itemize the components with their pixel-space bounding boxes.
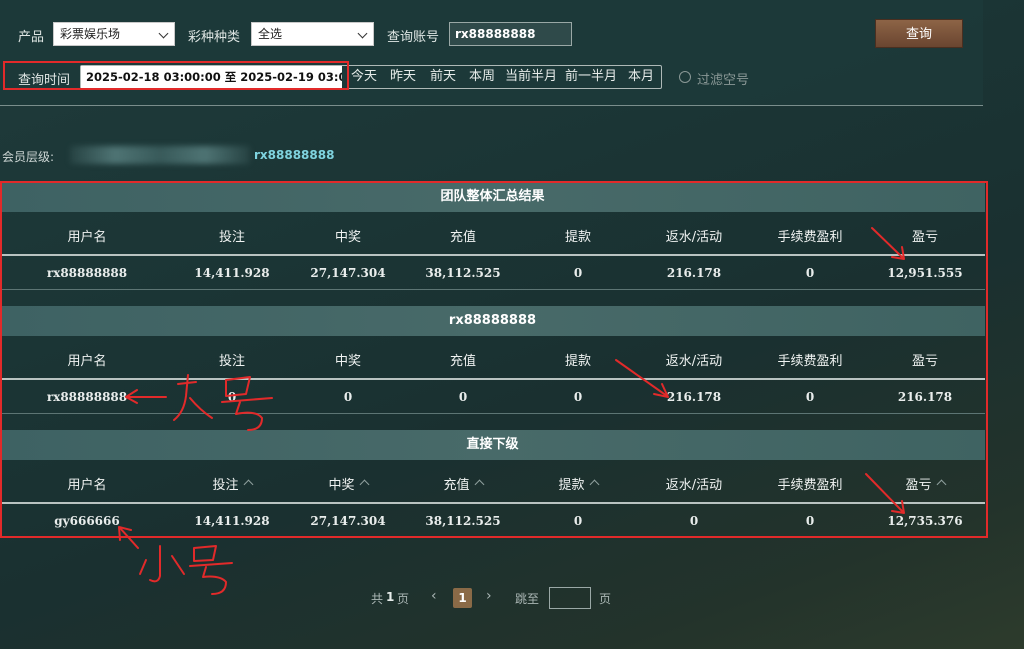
- pagination-total-pages: 1: [386, 590, 395, 604]
- quick-range-this-month[interactable]: 本月: [628, 66, 654, 88]
- member-level-label: 会员层级:: [2, 150, 55, 164]
- lottery-type-select[interactable]: 全选: [251, 22, 374, 46]
- product-select-value: 彩票娱乐场: [60, 27, 121, 41]
- filter-empty-radio[interactable]: [679, 71, 691, 83]
- pagination-jump-input[interactable]: [549, 587, 591, 609]
- account-label: 查询账号: [387, 30, 440, 45]
- annotation-box-tables: [0, 181, 988, 538]
- pagination-page-suffix: 页: [599, 592, 612, 606]
- pagination-total-suffix: 页: [397, 592, 410, 606]
- product-label: 产品: [18, 30, 45, 45]
- pagination-total-prefix: 共: [371, 592, 384, 606]
- pagination-jump-label: 跳至: [515, 592, 540, 606]
- lottery-type-select-value: 全选: [258, 27, 283, 41]
- annotation-handwriting-small: [139, 545, 185, 583]
- chevron-down-icon: [158, 28, 169, 39]
- product-select[interactable]: 彩票娱乐场: [53, 22, 175, 46]
- query-button[interactable]: 查询: [875, 19, 963, 48]
- annotation-handwriting-number: [189, 545, 233, 595]
- lottery-type-label: 彩种种类: [188, 30, 241, 45]
- quick-range-current-half-month[interactable]: 当前半月: [505, 66, 557, 88]
- filter-panel: [0, 0, 983, 106]
- quick-range-today[interactable]: 今天: [351, 66, 377, 88]
- pagination-prev-button[interactable]: ‹: [431, 588, 437, 604]
- quick-range-yesterday[interactable]: 昨天: [390, 66, 416, 88]
- member-level-account[interactable]: rx88888888: [254, 148, 334, 162]
- annotation-box-query-time: [3, 61, 349, 90]
- blurred-hierarchy: [70, 146, 250, 164]
- chevron-down-icon: [357, 28, 368, 39]
- pagination-current-page[interactable]: 1: [453, 588, 472, 608]
- account-input[interactable]: rx88888888: [449, 22, 572, 46]
- filter-empty-label: 过滤空号: [697, 73, 750, 88]
- quick-range-day-before[interactable]: 前天: [430, 66, 456, 88]
- quick-range-previous-half-month[interactable]: 前一半月: [565, 66, 617, 88]
- quick-range-this-week[interactable]: 本周: [469, 66, 495, 88]
- pagination-next-button[interactable]: ›: [486, 588, 492, 604]
